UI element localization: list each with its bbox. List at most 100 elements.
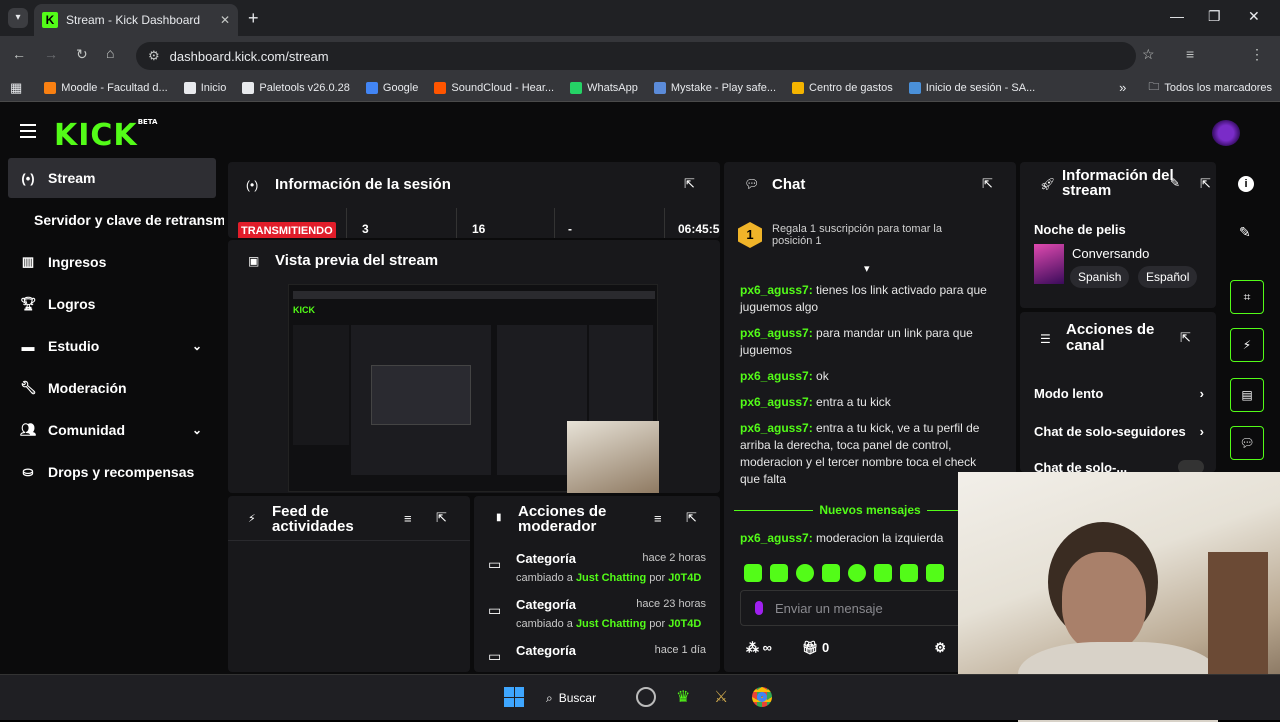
browser-menu-icon[interactable]: ⋮ [1250, 46, 1264, 63]
emote-icon[interactable] [744, 564, 762, 582]
action-subs-only[interactable]: Chat de solo-... [1034, 460, 1204, 472]
windows-start-icon[interactable] [504, 687, 524, 707]
bookmark-favicon-icon [434, 81, 447, 94]
scan-icon[interactable]: ⌗ [1230, 280, 1264, 314]
emote-icon[interactable] [926, 564, 944, 582]
bookmark-item[interactable]: Inicio de sesión - SA... [901, 81, 1043, 94]
mod-action-row[interactable]: ▭ Categoría hace 2 horas cambiado a Just Ch… [474, 550, 720, 596]
chat-bubble-icon[interactable]: 💬︎ [1230, 426, 1264, 460]
filter-icon[interactable]: ≡ [404, 511, 412, 526]
studio-icon: ▬ [21, 338, 35, 354]
action-slow-mode[interactable]: Modo lento › [1034, 386, 1204, 401]
emote-icon[interactable] [874, 564, 892, 582]
popout-icon[interactable]: ⇱ [684, 176, 695, 192]
apps-grid-icon[interactable]: ▦ [0, 80, 36, 96]
bookmark-item[interactable]: Inicio [176, 81, 235, 94]
sidebar-item-ingresos[interactable]: ▥ Ingresos [8, 242, 216, 282]
new-tab-button[interactable]: + [248, 8, 259, 29]
taskbar-search[interactable]: ⌕ Buscar [546, 685, 616, 711]
category-icon: ▭ [488, 648, 502, 664]
browser-tab[interactable]: K Stream - Kick Dashboard ✕ [34, 4, 238, 36]
maximize-button[interactable]: ❐ [1208, 8, 1221, 25]
chat-message[interactable]: px6_aguss7: moderacion la izquierda [740, 530, 992, 547]
notes-icon[interactable]: ▤ [1230, 378, 1264, 412]
chevron-right-icon: › [1199, 386, 1204, 401]
mod-action-row[interactable]: ▭ Categoría hace 1 día [474, 642, 720, 672]
site-info-icon[interactable]: ⚙ [148, 48, 160, 64]
emote-icon[interactable] [796, 564, 814, 582]
popout-icon[interactable]: ⇱ [1180, 330, 1191, 346]
sidebar-item-server-key[interactable]: Servidor y clave de retransmi [22, 200, 224, 240]
emote-icon[interactable] [822, 564, 840, 582]
gift-leaderboard[interactable]: 1 Regala 1 suscripción para tomar la pos… [738, 216, 1000, 254]
points-counter[interactable]: ⁂ ∞ [746, 640, 772, 656]
kick-logo[interactable]: KICKBETA [54, 118, 157, 153]
chat-message[interactable]: px6_aguss7: ok [740, 368, 992, 385]
all-bookmarks-folder[interactable]: 🗀 Todos los marcadores [1140, 78, 1280, 97]
trophy-icon: 🏆︎ [20, 296, 37, 311]
pinned-toggle-icon[interactable]: ▾ [864, 262, 870, 275]
action-followers-only[interactable]: Chat de solo-seguidores › [1034, 424, 1204, 439]
emote-icon[interactable] [770, 564, 788, 582]
gift-icon: 🎁︎ [801, 640, 819, 655]
more-bookmarks-chevron-icon[interactable]: » [1105, 80, 1140, 95]
toggle-switch[interactable] [1178, 460, 1204, 472]
tag-spanish[interactable]: Spanish [1070, 266, 1130, 288]
stream-preview-video[interactable]: KICK [288, 284, 659, 493]
bookmark-item[interactable]: WhatsApp [562, 81, 646, 94]
bookmark-item[interactable]: Moodle - Facultad d... [36, 81, 175, 94]
bookmark-item[interactable]: Mystake - Play safe... [646, 81, 784, 94]
popout-icon[interactable]: ⇱ [436, 510, 447, 526]
settings-gear-icon[interactable]: ⚙ [934, 640, 946, 656]
chat-message[interactable]: px6_aguss7: tienes los link activado par… [740, 282, 992, 316]
bookmark-favicon-icon [908, 81, 921, 94]
home-icon[interactable]: ⌂ [106, 45, 114, 61]
info-icon[interactable]: i [1238, 176, 1254, 192]
tab-search-button[interactable]: ▾ [8, 8, 28, 28]
tab-close-icon[interactable]: ✕ [220, 13, 230, 27]
extensions-icon[interactable]: ≡ [1186, 46, 1194, 62]
close-window-button[interactable]: ✕ [1248, 8, 1260, 25]
category-name[interactable]: Conversando [1072, 246, 1149, 261]
emote-icon[interactable] [900, 564, 918, 582]
category-icon: ▭ [488, 602, 502, 618]
app-icon[interactable]: ⚔ [714, 687, 732, 707]
address-bar[interactable]: ⚙ dashboard.kick.com/stream [136, 42, 1136, 70]
broadcast-icon: (•) [21, 170, 35, 186]
chat-message[interactable]: px6_aguss7: para mandar un link para que… [740, 325, 992, 359]
sidebar-item-logros[interactable]: 🏆︎ Logros [8, 284, 216, 324]
emote-icon[interactable] [848, 564, 866, 582]
tag-espanol[interactable]: Español [1138, 266, 1198, 288]
microphone-icon[interactable] [755, 601, 763, 615]
lightning-icon[interactable]: ⚡︎ [1230, 328, 1264, 362]
edit-pencil-icon[interactable]: ✎ [1170, 176, 1180, 190]
edit-pencil-icon[interactable]: ✎ [1239, 224, 1251, 241]
forward-arrow-icon[interactable]: → [44, 46, 58, 62]
chat-message[interactable]: px6_aguss7: entra a tu kick, ve a tu per… [740, 420, 992, 488]
reload-icon[interactable]: ↻ [76, 46, 88, 63]
sidebar-item-comunidad[interactable]: 👥︎ Comunidad ⌄ [8, 410, 216, 450]
popout-icon[interactable]: ⇱ [686, 510, 697, 526]
app-icon[interactable] [636, 687, 656, 707]
sidebar-item-drops[interactable]: ⛀ Drops y recompensas [8, 452, 216, 492]
bookmark-item[interactable]: Paletools v26.0.28 [234, 81, 358, 94]
bookmark-item[interactable]: SoundCloud - Hear... [426, 81, 562, 94]
chrome-icon[interactable] [752, 687, 772, 707]
app-icon[interactable]: ♛ [676, 687, 694, 707]
popout-icon[interactable]: ⇱ [1200, 176, 1211, 192]
chat-message[interactable]: px6_aguss7: entra a tu kick [740, 394, 992, 411]
bookmark-item[interactable]: Centro de gastos [784, 81, 901, 94]
filter-icon[interactable]: ≡ [654, 511, 662, 526]
mod-action-row[interactable]: ▭ Categoría hace 23 horas cambiado a Just C… [474, 596, 720, 642]
sidebar-item-moderacion[interactable]: 🔧︎ Moderación [8, 368, 216, 408]
bookmark-star-icon[interactable]: ☆ [1142, 46, 1155, 63]
minimize-button[interactable]: — [1170, 8, 1184, 24]
gifts-counter[interactable]: 🎁︎ 0 [802, 640, 829, 656]
sidebar-item-stream[interactable]: (•) Stream [8, 158, 216, 198]
sidebar-item-estudio[interactable]: ▬ Estudio ⌄ [8, 326, 216, 366]
popout-icon[interactable]: ⇱ [982, 176, 993, 192]
menu-icon[interactable] [20, 124, 36, 138]
back-arrow-icon[interactable]: ← [12, 46, 26, 62]
user-avatar[interactable] [1212, 120, 1240, 146]
bookmark-item[interactable]: Google [358, 81, 426, 94]
